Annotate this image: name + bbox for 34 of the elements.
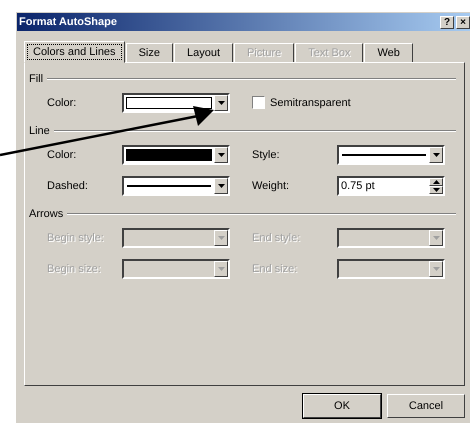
- dropdown[interactable]: [122, 92, 230, 112]
- dropdown-arrow-icon: [218, 152, 224, 156]
- cancel-button[interactable]: Cancel: [387, 394, 465, 418]
- tab[interactable]: Web: [364, 43, 413, 62]
- ok-button[interactable]: OK: [303, 394, 381, 418]
- dropdown[interactable]: [337, 144, 445, 164]
- field-label: Dashed:: [47, 180, 89, 192]
- dropdown-arrow-icon: [218, 184, 224, 188]
- dropdown-arrow-icon: [218, 236, 224, 240]
- window-title: Format AutoShape: [19, 16, 117, 28]
- close-button[interactable]: ×: [456, 16, 470, 28]
- dropdown-arrow-icon: [432, 266, 440, 270]
- group-label: Fill: [29, 73, 44, 85]
- group-label: Line: [29, 125, 50, 137]
- checkbox[interactable]: [252, 96, 265, 109]
- tab[interactable]: Layout: [174, 43, 233, 62]
- dropdown-arrow-icon: [432, 152, 440, 156]
- tab[interactable]: Size: [126, 43, 173, 62]
- field-label: Weight:: [252, 180, 290, 192]
- weight-spinner[interactable]: 0.75 pt: [337, 176, 445, 196]
- tab[interactable]: Colors and Lines: [24, 41, 125, 63]
- dropdown-arrow-icon: [432, 236, 440, 240]
- dropdown[interactable]: [122, 144, 230, 164]
- field-label: Style:: [252, 148, 281, 160]
- down-arrow-icon[interactable]: [432, 188, 440, 192]
- group-label: Arrows: [29, 208, 64, 220]
- up-arrow-icon[interactable]: [432, 180, 440, 184]
- help-button[interactable]: ?: [440, 16, 454, 28]
- field-label: Color:: [47, 148, 78, 160]
- field-label: Color:: [47, 96, 78, 108]
- dropdown-arrow-icon: [218, 100, 224, 104]
- dropdown[interactable]: [122, 176, 230, 196]
- checkbox-label: Semitransparent: [270, 96, 351, 108]
- dropdown-arrow-icon: [218, 266, 224, 270]
